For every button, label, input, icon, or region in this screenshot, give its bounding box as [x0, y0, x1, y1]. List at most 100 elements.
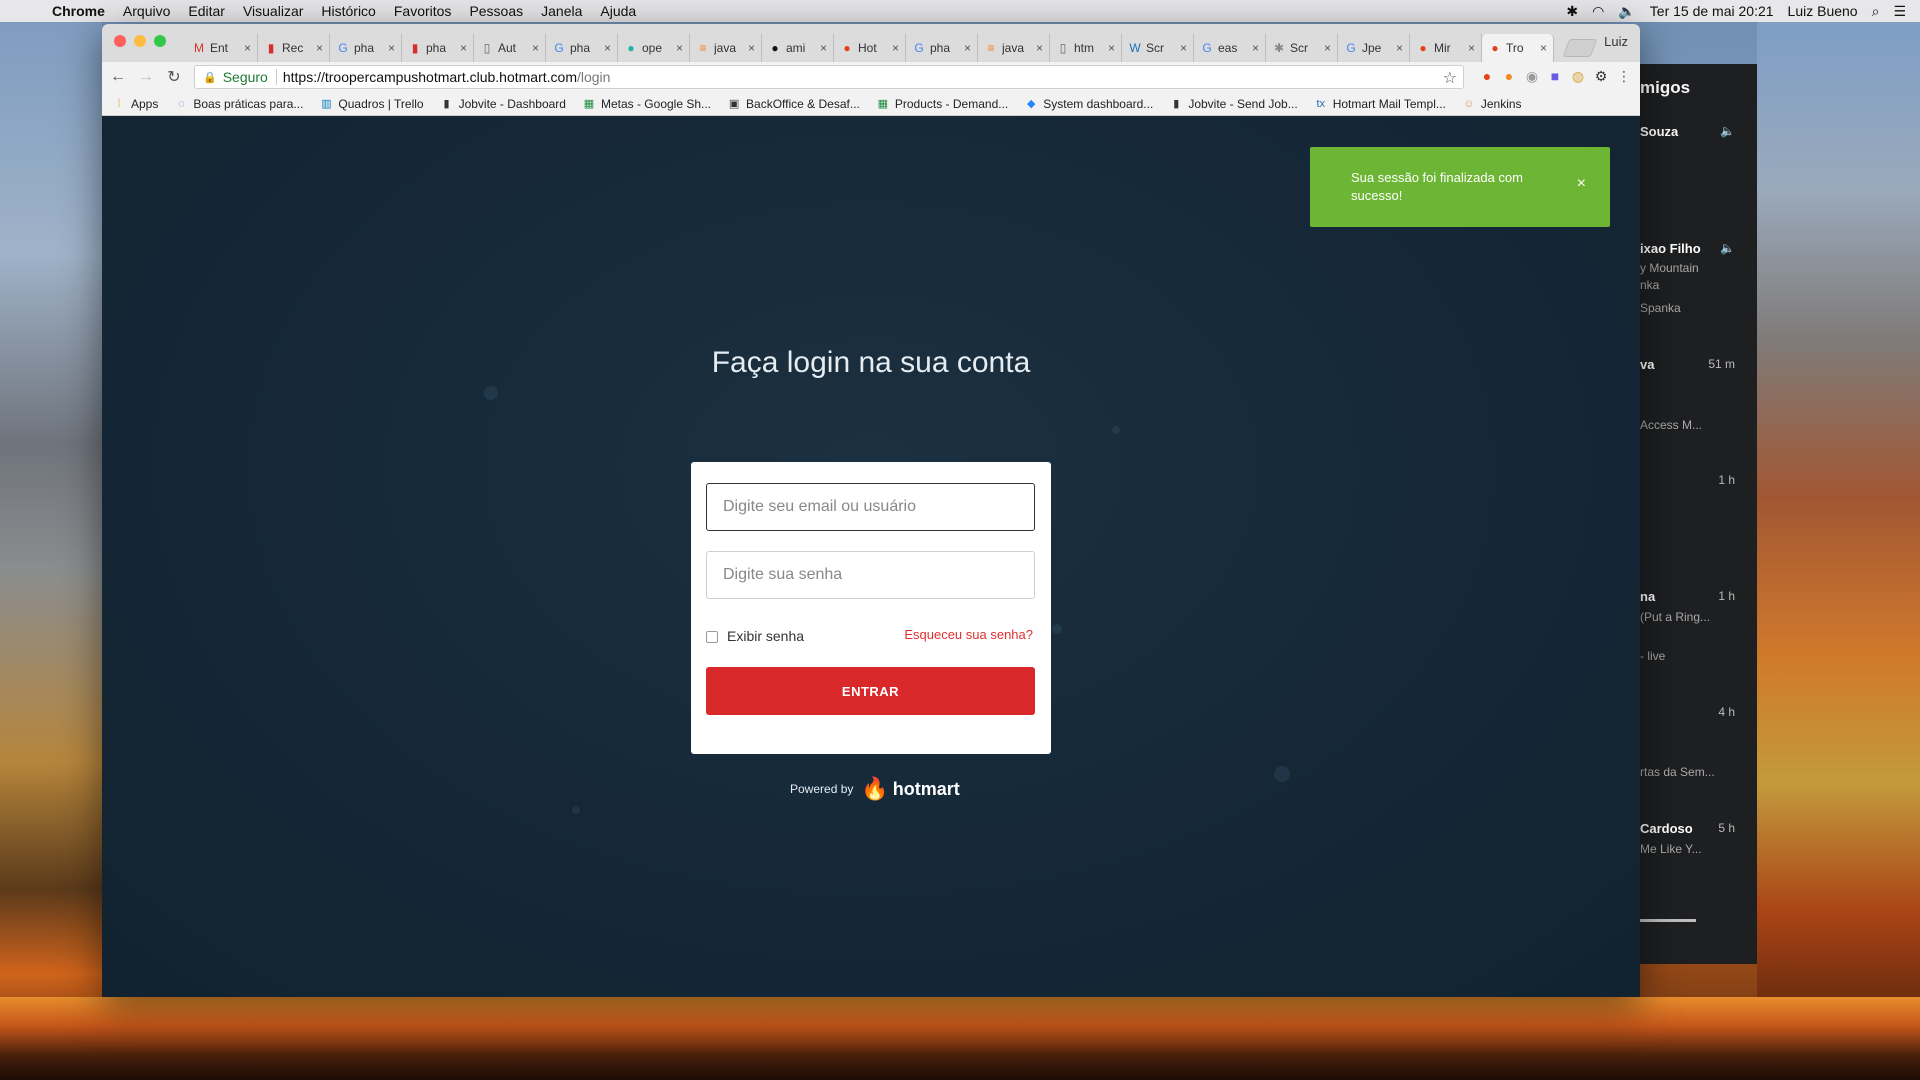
close-tab-icon[interactable]: × — [604, 41, 611, 55]
menu-janela[interactable]: Janela — [541, 3, 582, 19]
close-tab-icon[interactable]: × — [388, 41, 395, 55]
profile-button[interactable]: Luiz — [1604, 34, 1628, 49]
panel-row[interactable]: ixao Filho — [1640, 241, 1701, 256]
close-tab-icon[interactable]: × — [676, 41, 683, 55]
close-tab-icon[interactable]: × — [1468, 41, 1475, 55]
volume-icon[interactable]: 🔈 — [1618, 3, 1635, 20]
password-field[interactable] — [706, 551, 1035, 599]
zoom-window-button[interactable] — [154, 35, 166, 47]
browser-tab[interactable]: Gpha × — [330, 34, 402, 62]
bookmark-item[interactable]: ▮ Jobvite - Dashboard — [440, 97, 566, 111]
browser-tab[interactable]: ▯ htm × — [1050, 34, 1122, 62]
notification-center-icon[interactable]: ☰ — [1893, 3, 1906, 20]
browser-tab[interactable]: ≡ java × — [690, 34, 762, 62]
close-tab-icon[interactable]: × — [892, 41, 899, 55]
bookmark-item[interactable]: ⁞ Apps — [112, 97, 158, 111]
menubar-user[interactable]: Luiz Bueno — [1788, 3, 1858, 19]
hotmart-logo[interactable]: hotmart — [893, 779, 960, 800]
browser-tab[interactable]: M Ent × — [186, 34, 258, 62]
menubar-app-name[interactable]: Chrome — [52, 3, 105, 19]
trello-icon: ▥ — [321, 97, 332, 110]
show-password-label[interactable]: Exibir senha — [727, 628, 804, 644]
close-tab-icon[interactable]: × — [748, 41, 755, 55]
menubar-datetime[interactable]: Ter 15 de mai 20:21 — [1650, 3, 1774, 19]
menu-favoritos[interactable]: Favoritos — [394, 3, 452, 19]
browser-tab[interactable]: ● Hot × — [834, 34, 906, 62]
spotlight-search-icon[interactable]: ⌕ — [1872, 3, 1880, 20]
close-icon[interactable]: × — [1577, 175, 1586, 193]
panel-row[interactable]: Cardoso — [1640, 821, 1693, 836]
close-tab-icon[interactable]: × — [1540, 41, 1547, 55]
browser-tab[interactable]: Gpha × — [906, 34, 978, 62]
bookmark-item[interactable]: ▣ BackOffice & Desaf... — [727, 97, 860, 111]
minimize-window-button[interactable] — [134, 35, 146, 47]
login-button[interactable]: ENTRAR — [706, 667, 1035, 715]
hotmart-extension-icon[interactable]: ● — [1478, 67, 1496, 85]
panel-row[interactable]: Souza — [1640, 124, 1678, 139]
close-tab-icon[interactable]: × — [460, 41, 467, 55]
progress-bar[interactable] — [1640, 919, 1696, 922]
menu-editar[interactable]: Editar — [188, 3, 225, 19]
bookmark-star-icon[interactable]: ☆ — [1443, 68, 1457, 88]
email-field[interactable] — [706, 483, 1035, 531]
menu-arquivo[interactable]: Arquivo — [123, 3, 170, 19]
bookmark-item[interactable]: ☺ Jenkins — [1462, 97, 1521, 111]
close-tab-icon[interactable]: × — [244, 41, 251, 55]
back-icon[interactable]: ← — [106, 65, 130, 89]
tab-title: ami — [786, 41, 806, 55]
reload-icon[interactable]: ↻ — [162, 65, 186, 89]
menu-historico[interactable]: Histórico — [321, 3, 375, 19]
tab-title: pha — [930, 41, 951, 55]
bookmark-item[interactable]: ▦ Products - Demand... — [876, 97, 1009, 111]
browser-tab[interactable]: ▮ Rec × — [258, 34, 330, 62]
browser-tab[interactable]: ≡ java × — [978, 34, 1050, 62]
camera-extension-icon[interactable]: ◉ — [1523, 67, 1541, 85]
panel-row[interactable]: na — [1640, 589, 1655, 604]
bookmark-item[interactable]: ▦ Metas - Google Sh... — [582, 97, 711, 111]
bookmark-item[interactable]: ◆ System dashboard... — [1024, 97, 1153, 111]
bookmark-item[interactable]: ▮ Jobvite - Send Job... — [1169, 97, 1297, 111]
close-tab-icon[interactable]: × — [1324, 41, 1331, 55]
bookmark-item[interactable]: tx Hotmart Mail Templ... — [1314, 97, 1445, 111]
bookmark-item[interactable]: ◌ Boas práticas para... — [174, 97, 303, 111]
show-password-checkbox[interactable] — [706, 631, 718, 643]
address-bar[interactable]: 🔒 Seguro https://troopercampushotmart.cl… — [194, 65, 1464, 89]
browser-tab[interactable]: ✱ Scr × — [1266, 34, 1338, 62]
close-tab-icon[interactable]: × — [532, 41, 539, 55]
browser-tab[interactable]: W Scr × — [1122, 34, 1194, 62]
close-tab-icon[interactable]: × — [316, 41, 323, 55]
settings-extension-icon[interactable]: ⚙ — [1592, 67, 1610, 85]
menu-pessoas[interactable]: Pessoas — [469, 3, 523, 19]
close-tab-icon[interactable]: × — [1180, 41, 1187, 55]
bluetooth-icon[interactable]: ✱ — [1566, 3, 1578, 20]
browser-tab[interactable]: ● Tro × — [1482, 34, 1554, 62]
google-icon: G — [1346, 41, 1356, 55]
forgot-password-link[interactable]: Esqueceu sua senha? — [904, 627, 1033, 642]
menu-visualizar[interactable]: Visualizar — [243, 3, 303, 19]
browser-tab[interactable]: ▯ Aut × — [474, 34, 546, 62]
browser-tab[interactable]: ▮ pha × — [402, 34, 474, 62]
close-tab-icon[interactable]: × — [1396, 41, 1403, 55]
chrome-menu-icon[interactable]: ⋮ — [1615, 67, 1633, 85]
menu-ajuda[interactable]: Ajuda — [600, 3, 636, 19]
chrome-extension-icon[interactable]: ◍ — [1569, 67, 1587, 85]
wifi-icon[interactable]: ◠ — [1592, 3, 1604, 20]
color-extension-icon[interactable]: ■ — [1546, 67, 1564, 85]
close-tab-icon[interactable]: × — [1036, 41, 1043, 55]
new-tab-button[interactable] — [1562, 39, 1598, 57]
fire-extension-icon[interactable]: ● — [1500, 67, 1518, 85]
close-tab-icon[interactable]: × — [1252, 41, 1259, 55]
close-tab-icon[interactable]: × — [1108, 41, 1115, 55]
browser-tab[interactable]: ● ope × — [618, 34, 690, 62]
close-window-button[interactable] — [114, 35, 126, 47]
browser-tab[interactable]: ● ami × — [762, 34, 834, 62]
panel-row[interactable]: va — [1640, 357, 1654, 372]
browser-tab[interactable]: ● Mir × — [1410, 34, 1482, 62]
browser-tab[interactable]: Geas × — [1194, 34, 1266, 62]
browser-tab[interactable]: G Jpe × — [1338, 34, 1410, 62]
browser-tab[interactable]: Gpha × — [546, 34, 618, 62]
bookmark-item[interactable]: ▥ Quadros | Trello — [319, 97, 423, 111]
close-tab-icon[interactable]: × — [820, 41, 827, 55]
forward-icon[interactable]: → — [134, 65, 158, 89]
close-tab-icon[interactable]: × — [964, 41, 971, 55]
